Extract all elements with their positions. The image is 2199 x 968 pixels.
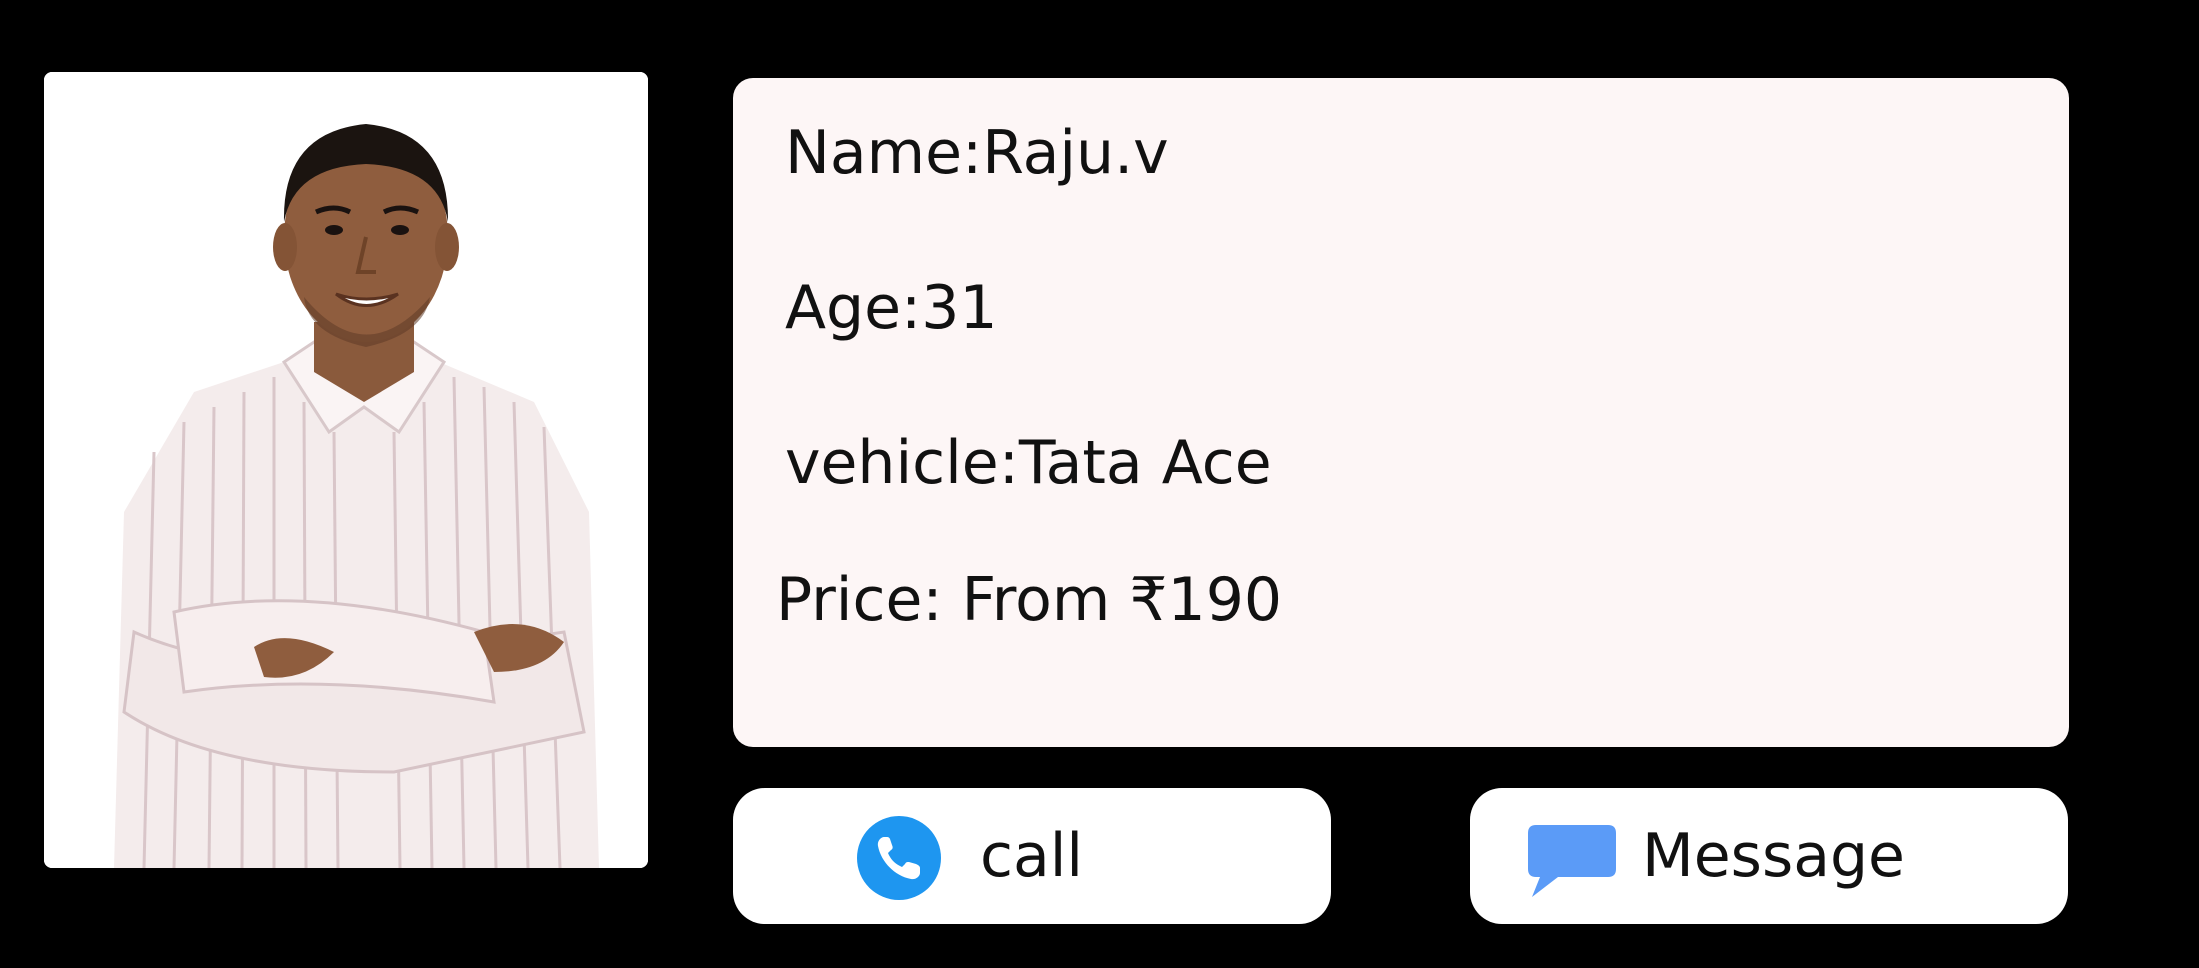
phone-icon	[857, 816, 941, 904]
driver-info-card: Name:Raju.v Age:31 vehicle:Tata Ace Pric…	[733, 78, 2069, 747]
driver-name: Name:Raju.v	[785, 118, 1169, 188]
driver-vehicle: vehicle:Tata Ace	[785, 428, 1272, 498]
message-button-label: Message	[1642, 821, 1905, 891]
call-button[interactable]: call	[733, 788, 1331, 924]
chat-bubble-icon	[1528, 825, 1616, 903]
profile-photo	[44, 72, 648, 868]
person-photo-illustration	[44, 72, 648, 868]
driver-age: Age:31	[785, 273, 998, 343]
ride-price: Price: From ₹190	[776, 565, 1283, 635]
call-button-label: call	[980, 821, 1084, 891]
message-button[interactable]: Message	[1470, 788, 2068, 924]
